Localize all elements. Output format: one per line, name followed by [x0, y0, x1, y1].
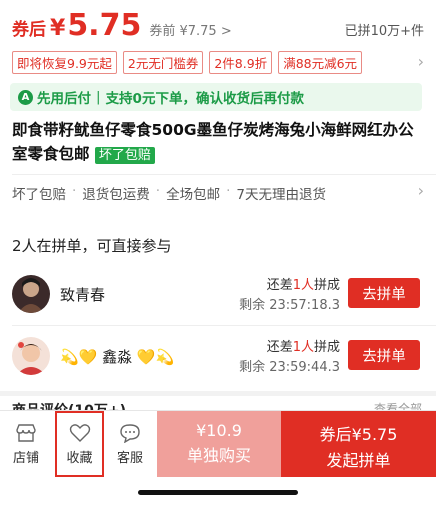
afterpay-desc: 支持0元下单，确认收货后再付款	[105, 91, 304, 107]
heart-icon	[69, 423, 90, 442]
join-group-button[interactable]: 去拼单	[348, 340, 420, 370]
group-buy-card: 2人在拼单，可直接参与 致青春 还差1人拼成 剩余 23:57:18.3 去拼单	[0, 225, 436, 391]
service-item: 退货包运费	[82, 187, 150, 203]
need-number: 1人	[292, 278, 314, 293]
customer-service-button[interactable]: 客服	[106, 411, 154, 477]
need-suffix: 拼成	[313, 278, 340, 293]
join-group-button[interactable]: 去拼单	[348, 278, 420, 308]
shop-icon	[16, 423, 36, 442]
shop-label: 店铺	[12, 450, 39, 466]
service-row[interactable]: 坏了包赔 · 退货包运费 · 全场包邮 · 7天无理由退货	[12, 183, 326, 203]
group-row: 致青春 还差1人拼成 剩余 23:57:18.3 去拼单	[0, 265, 436, 325]
chat-icon	[120, 423, 140, 443]
need-suffix: 拼成	[313, 340, 340, 355]
avatar	[12, 275, 50, 313]
group-user-name: 💫💛 鑫淼 💛💫	[60, 348, 175, 366]
need-count: 还差1人拼成	[267, 336, 340, 355]
favorite-label: 收藏	[66, 450, 93, 466]
price-currency: ¥	[50, 16, 66, 41]
afterpay-label: 先用后付	[37, 91, 91, 107]
need-number: 1人	[292, 340, 314, 355]
group-price: 券后¥5.75	[319, 425, 398, 444]
need-count: 还差1人拼成	[267, 274, 340, 293]
coupon-tag[interactable]: 即将恢复9.9元起	[12, 51, 117, 74]
coupon-list[interactable]: 即将恢复9.9元起 2元无门槛券 2件8.9折 满88元减6元	[12, 51, 363, 74]
coupon-tag[interactable]: 满88元减6元	[278, 51, 363, 74]
group-title: 2人在拼单，可直接参与	[12, 237, 172, 255]
dot-separator: ·	[72, 183, 77, 199]
shop-button[interactable]: 店铺	[2, 411, 50, 477]
product-info-card: 券后 ¥ 5.75 券前 ¥7.75 > 已拼10万+件 即将恢复9.9元起 2…	[0, 0, 436, 228]
price-row: 券后 ¥ 5.75 券前 ¥7.75 >	[12, 8, 232, 43]
original-price-link[interactable]: 券前 ¥7.75 >	[149, 20, 231, 39]
avatar	[12, 337, 50, 375]
divider	[12, 174, 436, 175]
coupon-tag[interactable]: 2元无门槛券	[122, 51, 204, 74]
need-prefix: 还差	[266, 340, 293, 355]
single-price: ¥10.9	[196, 421, 242, 440]
product-title-text: 即食带籽鱿鱼仔零食500G墨鱼仔炭烤海兔小海鲜网红办公室零食包邮	[12, 121, 414, 163]
price-prefix: 券后	[12, 20, 46, 40]
service-item: 坏了包赔	[12, 187, 66, 203]
service-item: 7天无理由退货	[236, 187, 326, 203]
price-value: 5.75	[67, 8, 142, 43]
sold-count: 已拼10万+件	[344, 24, 424, 39]
home-indicator[interactable]	[138, 490, 298, 495]
customer-service-label: 客服	[116, 450, 143, 466]
need-prefix: 还差	[266, 278, 293, 293]
group-label: 发起拼单	[326, 451, 391, 470]
service-item: 全场包邮	[166, 187, 221, 203]
single-label: 单独购买	[186, 446, 251, 465]
dot-separator: ·	[155, 183, 161, 199]
afterpay-icon: A	[18, 89, 33, 105]
guarantee-tag: 坏了包赔	[94, 147, 155, 164]
remaining-time: 剩余 23:57:18.3	[239, 298, 340, 313]
group-row: 💫💛 鑫淼 💛💫 还差1人拼成 剩余 23:59:44.3 去拼单	[0, 325, 436, 385]
favorite-button[interactable]: 收藏	[55, 411, 104, 477]
buy-single-button[interactable]: ¥10.9 单独购买	[157, 411, 281, 477]
dot-separator: ·	[226, 183, 231, 199]
group-user-name: 致青春	[60, 286, 106, 304]
afterpay-separator: |	[96, 89, 101, 105]
product-title: 即食带籽鱿鱼仔零食500G墨鱼仔炭烤海兔小海鲜网红办公室零食包邮 坏了包赔	[12, 118, 424, 168]
afterpay-banner[interactable]: A 先用后付 | 支持0元下单，确认收货后再付款	[10, 83, 422, 111]
start-group-button[interactable]: 券后¥5.75 发起拼单	[281, 411, 436, 477]
chevron-right-icon[interactable]: ›	[418, 52, 424, 71]
remaining-time: 剩余 23:59:44.3	[239, 360, 340, 375]
chevron-right-icon[interactable]: ›	[418, 181, 424, 200]
coupon-tag[interactable]: 2件8.9折	[209, 51, 273, 74]
